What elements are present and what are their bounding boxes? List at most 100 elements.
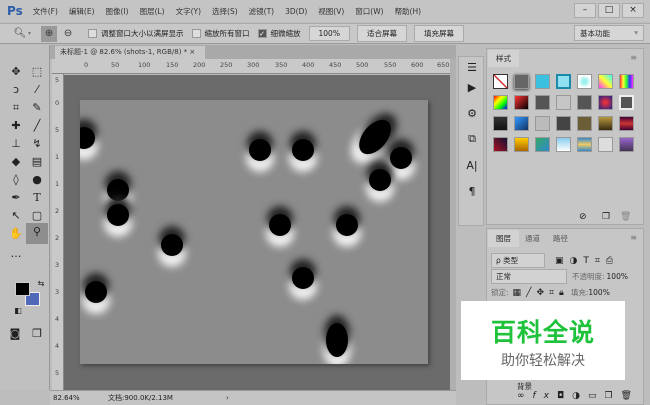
style-swatch[interactable] — [598, 95, 613, 110]
healing-brush-icon[interactable]: ✚ — [7, 117, 25, 135]
zoom-all-option[interactable]: 缩放所有窗口 — [191, 28, 250, 39]
clone-stamp-icon[interactable]: ⊥ — [7, 135, 25, 153]
filter-type-icons[interactable]: ▣◑T⌗⎙ — [555, 256, 619, 266]
minimize-button[interactable]: – — [574, 3, 596, 18]
style-swatch[interactable] — [493, 137, 508, 152]
style-swatch[interactable] — [619, 116, 634, 131]
vertical-scrollbar[interactable] — [450, 59, 456, 390]
style-swatch[interactable] — [493, 95, 508, 110]
maximize-button[interactable]: □ — [598, 3, 620, 18]
layer-filter-select[interactable]: ρ 类型 — [491, 253, 545, 268]
style-swatch[interactable] — [556, 116, 571, 131]
resize-windows-option[interactable]: 调整窗口大小以满屏显示 — [88, 28, 184, 39]
zoom-tool-preset-icon[interactable]: 🔍︎ — [12, 26, 28, 42]
screen-mode-icon[interactable]: ❐ — [28, 325, 46, 343]
actions-play-icon[interactable]: ▶ — [463, 81, 481, 94]
character-icon[interactable]: A| — [463, 159, 481, 172]
style-swatch[interactable] — [577, 95, 592, 110]
layer-footer-icons[interactable]: ∞fx◘◑▭❐🗑︎ — [517, 391, 640, 401]
workspace-select[interactable]: 基本功能 ▾ — [574, 25, 644, 41]
menu-type[interactable]: 文字(Y) — [176, 6, 201, 17]
style-swatch[interactable] — [556, 95, 571, 110]
zoom-out-icon[interactable]: ⊖ — [60, 26, 76, 42]
close-tab-icon[interactable]: × — [189, 48, 195, 56]
style-swatch[interactable] — [493, 116, 508, 131]
tab-styles[interactable]: 样式 — [488, 50, 519, 67]
style-swatch[interactable] — [619, 137, 634, 152]
swap-colors-icon[interactable]: ⇆ — [32, 275, 50, 293]
history-brush-icon[interactable]: ↯ — [28, 135, 46, 153]
menu-filter[interactable]: 滤镜(T) — [249, 6, 274, 17]
chevron-down-icon[interactable]: ▾ — [28, 30, 31, 37]
document-tab[interactable]: 未标题-1 @ 82.6% (shots-1, RGB/8) * × — [55, 46, 205, 59]
eraser-icon[interactable]: ◆ — [7, 153, 25, 171]
menu-help[interactable]: 帮助(H) — [395, 6, 422, 17]
zoom-100-button[interactable]: 100% — [308, 26, 350, 41]
menu-image[interactable]: 图像(I) — [106, 6, 129, 17]
clear-style-icon[interactable]: ⊘ — [579, 212, 587, 222]
tab-layers[interactable]: 图层 — [488, 230, 519, 247]
style-swatch[interactable] — [619, 95, 634, 110]
new-style-icon[interactable]: ❐ — [602, 212, 610, 222]
style-swatch[interactable] — [577, 137, 592, 152]
brush-tool-icon[interactable]: ╱ — [28, 117, 46, 135]
eyedropper-icon[interactable]: ✎ — [28, 99, 46, 117]
tab-channels[interactable]: 通道 — [517, 230, 548, 247]
fill-field[interactable]: 100% — [588, 288, 609, 297]
type-tool-icon[interactable]: T — [28, 189, 46, 207]
style-swatch[interactable] — [535, 95, 550, 110]
style-swatch[interactable] — [598, 137, 613, 152]
style-swatch[interactable] — [535, 74, 550, 89]
hand-tool-icon[interactable]: ✋ — [7, 225, 25, 243]
scrubby-zoom-option[interactable]: ✓ 细微缩放 — [257, 28, 301, 39]
blend-mode-select[interactable]: 正常 — [491, 269, 567, 284]
lasso-tool-icon[interactable]: ↄ — [7, 81, 25, 99]
lock-icons[interactable]: ▦╱✥⌗🔒︎ — [513, 288, 569, 298]
menu-select[interactable]: 选择(S) — [212, 6, 238, 17]
paragraph-icon[interactable]: ¶ — [463, 185, 481, 198]
gradient-tool-icon[interactable]: ▤ — [28, 153, 46, 171]
style-swatch[interactable] — [619, 74, 634, 89]
checkbox[interactable] — [88, 29, 98, 38]
style-swatch[interactable] — [577, 74, 592, 89]
style-none[interactable] — [493, 74, 508, 89]
close-button[interactable]: × — [622, 3, 644, 18]
panel-menu-icon[interactable]: ≡ — [630, 53, 637, 62]
magic-wand-icon[interactable]: ⁄ — [28, 81, 46, 99]
style-swatch[interactable] — [556, 137, 571, 152]
checkbox-checked[interactable]: ✓ — [257, 29, 267, 38]
menu-edit[interactable]: 编辑(E) — [69, 6, 95, 17]
style-swatch[interactable] — [577, 116, 592, 131]
style-swatch[interactable] — [514, 116, 529, 131]
move-tool-icon[interactable]: ✥ — [7, 63, 25, 81]
more-tools-icon[interactable]: … — [7, 245, 25, 263]
crop-tool-icon[interactable]: ⌗ — [7, 99, 25, 117]
checkbox[interactable] — [191, 29, 201, 38]
style-swatch[interactable] — [598, 116, 613, 131]
document-canvas[interactable] — [80, 100, 428, 364]
style-swatch[interactable] — [514, 95, 529, 110]
delete-style-icon[interactable]: 🗑︎ — [620, 212, 631, 222]
style-swatch[interactable] — [535, 137, 550, 152]
style-swatch[interactable] — [514, 137, 529, 152]
adjustments-icon[interactable]: ⚙ — [463, 107, 481, 120]
style-swatch[interactable] — [535, 116, 550, 131]
opacity-field[interactable]: 100% — [607, 272, 628, 281]
zoom-tool-icon[interactable]: ⚲ — [26, 223, 48, 244]
style-swatch[interactable] — [598, 74, 613, 89]
quick-mask-icon[interactable]: ◙ — [6, 325, 24, 343]
default-colors-icon[interactable]: ◧ — [9, 302, 27, 320]
pen-tool-icon[interactable]: ✒ — [7, 189, 25, 207]
marquee-tool-icon[interactable]: ⬚ — [28, 63, 46, 81]
zoom-level[interactable]: 82.64% — [53, 394, 105, 402]
dodge-tool-icon[interactable]: ● — [28, 171, 46, 189]
foreground-color-swatch[interactable] — [15, 282, 30, 296]
clone-source-icon[interactable]: ⧉ — [463, 132, 481, 146]
menu-layer[interactable]: 图层(L) — [140, 6, 165, 17]
style-swatch[interactable] — [556, 74, 571, 89]
panel-menu-icon[interactable]: ≡ — [630, 233, 637, 242]
zoom-in-icon[interactable]: ⊕ — [41, 25, 58, 42]
menu-window[interactable]: 窗口(W) — [355, 6, 383, 17]
menu-view[interactable]: 视图(V) — [318, 6, 344, 17]
path-select-icon[interactable]: ↖ — [7, 207, 25, 225]
